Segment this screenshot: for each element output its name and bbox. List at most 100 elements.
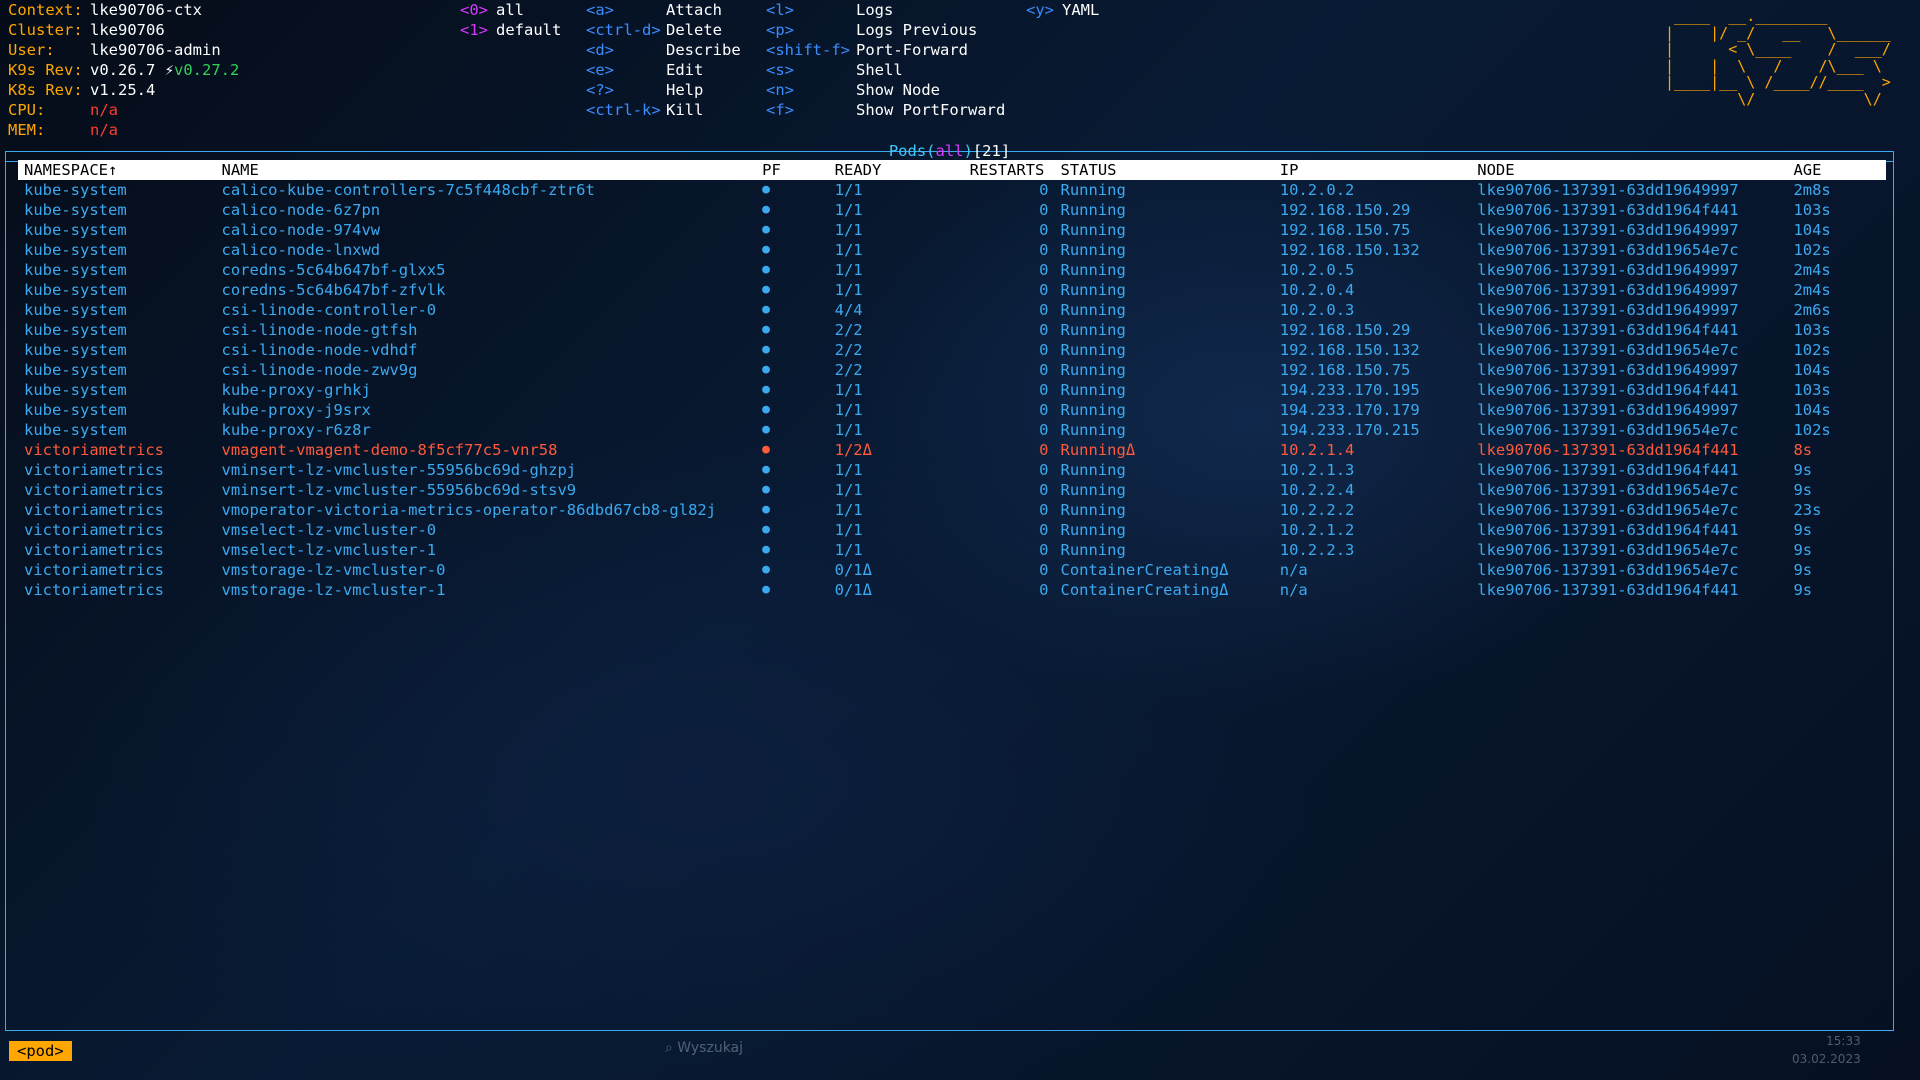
cell-pf: ●	[762, 382, 770, 397]
table-row[interactable]: victoriametrics vmoperator-victoria-metri…	[18, 500, 1886, 520]
logo-line: | < \____ / ___/	[1665, 40, 1891, 58]
hotkey-item[interactable]: <f> Show PortForward	[766, 100, 1005, 120]
breadcrumb[interactable]: <pod>	[9, 1041, 72, 1061]
table-row[interactable]: kube-system csi-linode-node-vdhdf ● 2/2 0 Run…	[18, 340, 1886, 360]
namespace-shortcut[interactable]: <0> all	[460, 0, 561, 20]
cell-namespace: kube-system	[24, 281, 127, 299]
pods-panel[interactable]: Pods(all)[21] NAMESPACE↑ NAME PF READY RESTA…	[5, 142, 1894, 1031]
cell-age: 9s	[1793, 561, 1813, 579]
hotkey-key: <f>	[766, 101, 794, 119]
hotkey-item[interactable]: <l> Logs	[766, 0, 1005, 20]
cell-name: vminsert-lz-vmcluster-55956bc69d-ghzpj	[221, 461, 577, 479]
logo-line: \/ \/	[1665, 89, 1891, 108]
cell-node: lke90706-137391-63dd19654e7c	[1477, 561, 1739, 579]
cell-ip: 10.2.2.2	[1279, 501, 1355, 519]
cell-restarts: 0	[1039, 221, 1049, 239]
cell-ip: 10.2.1.2	[1279, 521, 1355, 539]
hotkey-item[interactable]: <d> Describe	[586, 40, 741, 60]
cell-namespace: victoriametrics	[24, 501, 164, 519]
table-row[interactable]: kube-system calico-node-6z7pn ● 1/1 0 Running…	[18, 200, 1886, 220]
cell-age: 2m4s	[1793, 261, 1831, 279]
column-header[interactable]: STATUS	[1054, 160, 1274, 180]
cell-namespace: kube-system	[24, 341, 127, 359]
hotkey-item[interactable]: <p> Logs Previous	[766, 20, 1005, 40]
table-row[interactable]: kube-system coredns-5c64b647bf-glxx5 ● 1/1 0…	[18, 260, 1886, 280]
info-value: v0.26.7	[90, 61, 156, 79]
hotkey-item[interactable]: <?> Help	[586, 80, 741, 100]
hotkey-key: <l>	[766, 1, 794, 19]
hotkey-item[interactable]: <shift-f> Port-Forward	[766, 40, 1005, 60]
column-header[interactable]: NODE	[1471, 160, 1788, 180]
hotkey-item[interactable]: <s> Shell	[766, 60, 1005, 80]
hotkey-item[interactable]: <n> Show Node	[766, 80, 1005, 100]
table-row[interactable]: kube-system csi-linode-node-gtfsh ● 2/2 0 Run…	[18, 320, 1886, 340]
cell-status: Running	[1060, 521, 1126, 539]
cell-ready: 1/1	[834, 501, 863, 519]
panel-title: Pods(all)[21]	[888, 142, 1011, 160]
table-row[interactable]: kube-system csi-linode-controller-0 ● 4/4 0 R…	[18, 300, 1886, 320]
cell-namespace: kube-system	[24, 361, 127, 379]
cell-status: RunningΔ	[1060, 441, 1136, 459]
table-row[interactable]: victoriametrics vmstorage-lz-vmcluster-0 ●…	[18, 560, 1886, 580]
hotkey-desc: Show PortForward	[856, 101, 1006, 119]
table-row[interactable]: victoriametrics vminsert-lz-vmcluster-559…	[18, 480, 1886, 500]
table-row[interactable]: kube-system calico-node-974vw ● 1/1 0 Running…	[18, 220, 1886, 240]
table-row[interactable]: victoriametrics vmagent-vmagent-demo-8f5c…	[18, 440, 1886, 460]
cell-age: 104s	[1793, 221, 1831, 239]
table-row[interactable]: victoriametrics vmstorage-lz-vmcluster-1 ●…	[18, 580, 1886, 600]
cell-restarts: 0	[1039, 301, 1049, 319]
namespace-key: <1>	[460, 21, 488, 39]
taskbar-date: 03.02.2023	[1792, 1052, 1861, 1066]
k9s-terminal[interactable]: Context: lke90706-ctx Cluster: lke90706 User…	[0, 0, 1920, 1080]
table-row[interactable]: victoriametrics vminsert-lz-vmcluster-559…	[18, 460, 1886, 480]
cell-restarts: 0	[1039, 401, 1049, 419]
cell-namespace: kube-system	[24, 181, 127, 199]
cell-node: lke90706-137391-63dd19649997	[1477, 281, 1739, 299]
hotkey-item[interactable]: <ctrl-k> Kill	[586, 100, 741, 120]
column-header[interactable]: NAMESPACE↑	[18, 160, 216, 180]
hotkey-key: <e>	[586, 61, 614, 79]
cell-name: csi-linode-controller-0	[221, 301, 437, 319]
cell-pf: ●	[762, 442, 770, 457]
cell-name: csi-linode-node-gtfsh	[221, 321, 418, 339]
hotkey-item[interactable]: <y> YAML	[1026, 0, 1099, 20]
cell-status: Running	[1060, 461, 1126, 479]
table-row[interactable]: kube-system csi-linode-node-zwv9g ● 2/2 0 Run…	[18, 360, 1886, 380]
table-row[interactable]: kube-system calico-kube-controllers-7c5f4…	[18, 180, 1886, 200]
hotkey-desc: Help	[666, 81, 704, 99]
cell-node: lke90706-137391-63dd19649997	[1477, 181, 1739, 199]
cell-pf: ●	[762, 262, 770, 277]
column-header[interactable]: PF	[756, 160, 829, 180]
table-row[interactable]: kube-system kube-proxy-r6z8r ● 1/1 0 Running 1…	[18, 420, 1886, 440]
column-header[interactable]: NAME	[215, 160, 757, 180]
panel-title-count: [21]	[972, 142, 1011, 160]
table-row[interactable]: kube-system coredns-5c64b647bf-zfvlk ● 1/1 0…	[18, 280, 1886, 300]
hotkey-item[interactable]: <ctrl-d> Delete	[586, 20, 741, 40]
table-row[interactable]: kube-system kube-proxy-grhkj ● 1/1 0 Running 1…	[18, 380, 1886, 400]
cell-age: 9s	[1793, 521, 1813, 539]
column-header[interactable]: READY	[828, 160, 964, 180]
cell-pf: ●	[762, 302, 770, 317]
column-header[interactable]: AGE	[1787, 160, 1886, 180]
cell-name: vmstorage-lz-vmcluster-0	[221, 561, 446, 579]
table-row[interactable]: kube-system calico-node-lnxwd ● 1/1 0 Running…	[18, 240, 1886, 260]
table-row[interactable]: victoriametrics vmselect-lz-vmcluster-1 ● 1…	[18, 540, 1886, 560]
column-header[interactable]: RESTARTS	[963, 160, 1055, 180]
cell-node: lke90706-137391-63dd1964f441	[1477, 461, 1739, 479]
cell-namespace: victoriametrics	[24, 561, 164, 579]
table-row[interactable]: kube-system kube-proxy-j9srx ● 1/1 0 Running 1…	[18, 400, 1886, 420]
pods-table[interactable]: NAMESPACE↑ NAME PF READY RESTARTS STATUS IP NOD…	[18, 160, 1886, 600]
namespace-shortcut[interactable]: <1> default	[460, 20, 561, 40]
hotkey-item[interactable]: <e> Edit	[586, 60, 741, 80]
cell-status: ContainerCreatingΔ	[1060, 561, 1229, 579]
hotkey-key: <ctrl-d>	[586, 21, 661, 39]
hotkey-item[interactable]: <a> Attach	[586, 0, 741, 20]
cell-node: lke90706-137391-63dd19654e7c	[1477, 541, 1739, 559]
table-row[interactable]: victoriametrics vmselect-lz-vmcluster-0 ● 1…	[18, 520, 1886, 540]
info-value: n/a	[90, 101, 118, 119]
column-header[interactable]: IP	[1273, 160, 1472, 180]
cell-pf: ●	[762, 422, 770, 437]
taskbar-clock: 15:33 03.02.2023	[1792, 1032, 1861, 1068]
cell-status: Running	[1060, 321, 1126, 339]
cell-pf: ●	[762, 482, 770, 497]
